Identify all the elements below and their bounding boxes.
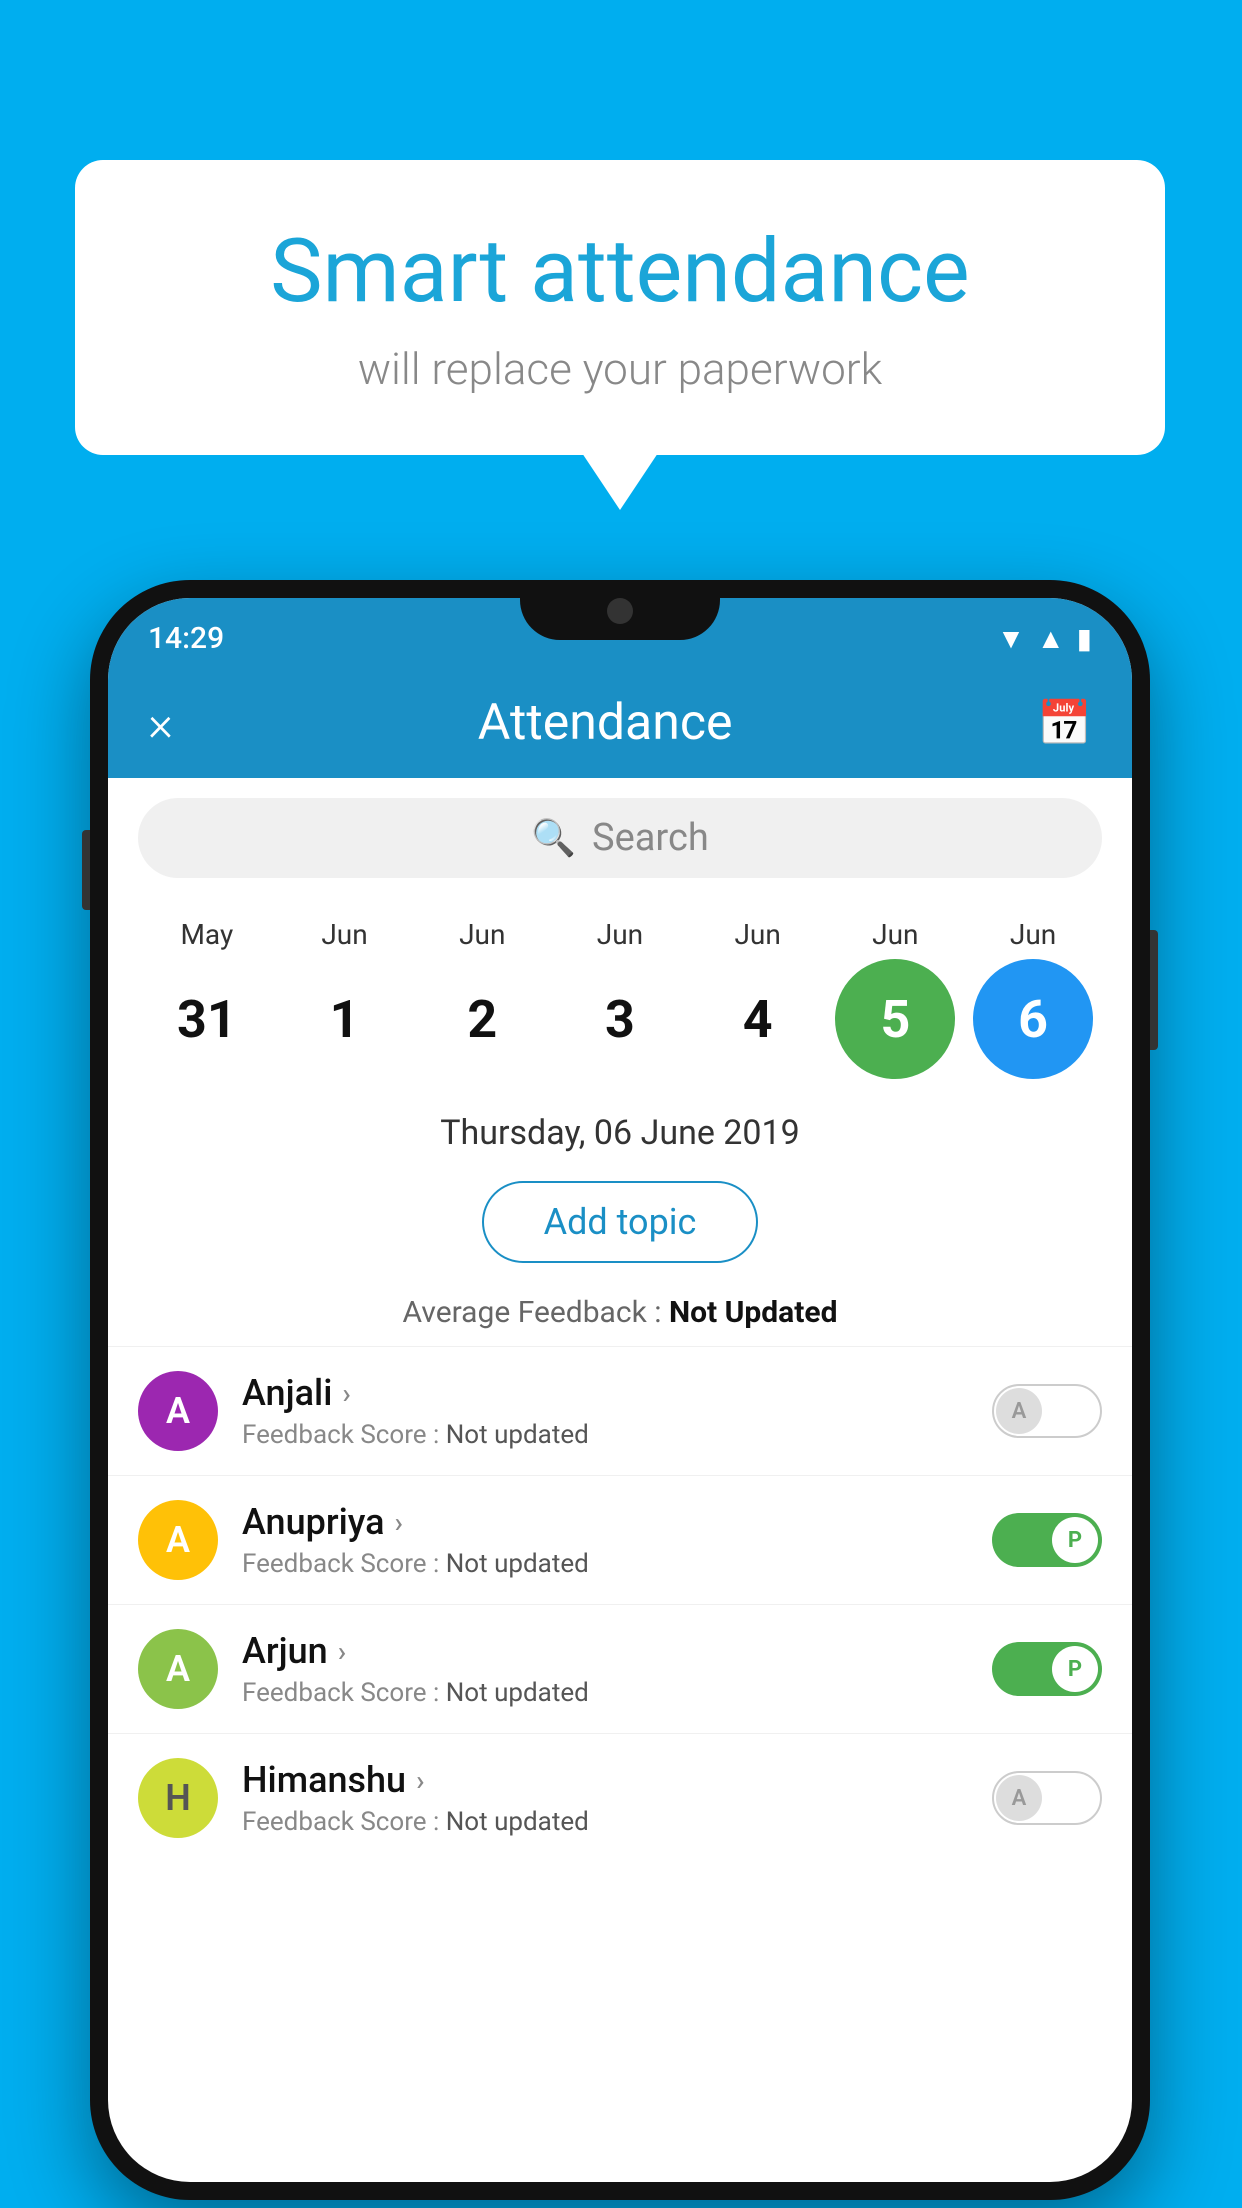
date-3[interactable]: 3 [560, 959, 680, 1079]
date-31[interactable]: 31 [147, 959, 267, 1079]
date-2[interactable]: 2 [422, 959, 542, 1079]
calendar-row: May Jun Jun Jun Jun Jun Jun 31 1 2 3 4 5… [108, 898, 1132, 1089]
phone-power-button [1150, 930, 1158, 1050]
toggle-arjun[interactable]: P [992, 1642, 1102, 1696]
month-jun-2: Jun [422, 918, 542, 951]
student-info-anjali: Anjali › Feedback Score : Not updated [242, 1372, 992, 1450]
student-item-himanshu[interactable]: H Himanshu › Feedback Score : Not update… [108, 1733, 1132, 1862]
bubble-subtitle: will replace your paperwork [155, 343, 1085, 395]
search-bar[interactable]: 🔍 Search [138, 798, 1102, 878]
student-name-himanshu: Himanshu › [242, 1759, 992, 1801]
month-labels: May Jun Jun Jun Jun Jun Jun [138, 918, 1102, 951]
toggle-anupriya[interactable]: P [992, 1513, 1102, 1567]
add-topic-button[interactable]: Add topic [482, 1181, 759, 1263]
toggle-knob-himanshu: A [996, 1775, 1042, 1821]
student-item-anjali[interactable]: A Anjali › Feedback Score : Not updated … [108, 1346, 1132, 1475]
toggle-anjali[interactable]: A [992, 1384, 1102, 1438]
search-icon: 🔍 [531, 817, 576, 859]
search-placeholder: Search [592, 816, 709, 860]
add-topic-container: Add topic [108, 1165, 1132, 1279]
toggle-knob-arjun: P [1052, 1646, 1098, 1692]
student-info-himanshu: Himanshu › Feedback Score : Not updated [242, 1759, 992, 1837]
phone-volume-button [82, 830, 90, 910]
student-feedback-himanshu: Feedback Score : Not updated [242, 1807, 992, 1837]
phone-screen: 14:29 ▼ ▲ ▮ × Attendance 📅 🔍 Search May … [108, 598, 1132, 2182]
battery-icon: ▮ [1077, 622, 1092, 655]
avatar-anupriya: A [138, 1500, 218, 1580]
avatar-anjali: A [138, 1371, 218, 1451]
month-jun-3: Jun [560, 918, 680, 951]
phone-notch [520, 580, 720, 640]
month-jun-5: Jun [835, 918, 955, 951]
toggle-on-anupriya[interactable]: P [992, 1513, 1102, 1567]
student-info-anupriya: Anupriya › Feedback Score : Not updated [242, 1501, 992, 1579]
date-6-today[interactable]: 6 [973, 959, 1093, 1079]
search-container: 🔍 Search [108, 778, 1132, 898]
speech-bubble: Smart attendance will replace your paper… [75, 160, 1165, 455]
date-4[interactable]: 4 [698, 959, 818, 1079]
calendar-icon[interactable]: 📅 [1037, 697, 1092, 749]
chevron-icon: › [416, 1764, 424, 1797]
date-1[interactable]: 1 [285, 959, 405, 1079]
student-item-anupriya[interactable]: A Anupriya › Feedback Score : Not update… [108, 1475, 1132, 1604]
toggle-knob-anjali: A [996, 1388, 1042, 1434]
student-feedback-anjali: Feedback Score : Not updated [242, 1420, 992, 1450]
toggle-off-anjali[interactable]: A [992, 1384, 1102, 1438]
header-title: Attendance [478, 694, 733, 752]
month-jun-4: Jun [698, 918, 818, 951]
toggle-himanshu[interactable]: A [992, 1771, 1102, 1825]
student-feedback-arjun: Feedback Score : Not updated [242, 1678, 992, 1708]
month-may: May [147, 918, 267, 951]
student-info-arjun: Arjun › Feedback Score : Not updated [242, 1630, 992, 1708]
student-name-arjun: Arjun › [242, 1630, 992, 1672]
status-time: 14:29 [148, 621, 224, 656]
student-name-anjali: Anjali › [242, 1372, 992, 1414]
selected-date-display: Thursday, 06 June 2019 [108, 1089, 1132, 1165]
avatar-himanshu: H [138, 1758, 218, 1838]
wifi-icon: ▼ [997, 622, 1025, 655]
status-icons: ▼ ▲ ▮ [997, 622, 1092, 655]
month-jun-1: Jun [285, 918, 405, 951]
average-feedback: Average Feedback : Not Updated [108, 1279, 1132, 1346]
phone-frame: 14:29 ▼ ▲ ▮ × Attendance 📅 🔍 Search May … [90, 580, 1150, 2200]
student-name-anupriya: Anupriya › [242, 1501, 992, 1543]
app-header: × Attendance 📅 [108, 668, 1132, 778]
toggle-off-himanshu[interactable]: A [992, 1771, 1102, 1825]
avatar-arjun: A [138, 1629, 218, 1709]
student-feedback-anupriya: Feedback Score : Not updated [242, 1549, 992, 1579]
speech-bubble-container: Smart attendance will replace your paper… [75, 160, 1165, 455]
date-labels: 31 1 2 3 4 5 6 [138, 959, 1102, 1079]
close-button[interactable]: × [148, 695, 173, 752]
student-list: A Anjali › Feedback Score : Not updated … [108, 1346, 1132, 1862]
toggle-on-arjun[interactable]: P [992, 1642, 1102, 1696]
bubble-title: Smart attendance [155, 220, 1085, 323]
student-item-arjun[interactable]: A Arjun › Feedback Score : Not updated P [108, 1604, 1132, 1733]
chevron-icon: › [338, 1635, 346, 1668]
phone-camera [607, 598, 633, 624]
chevron-icon: › [342, 1377, 350, 1410]
chevron-icon: › [395, 1506, 403, 1539]
avg-feedback-label: Average Feedback : [403, 1295, 669, 1330]
date-5-selected[interactable]: 5 [835, 959, 955, 1079]
toggle-knob-anupriya: P [1052, 1517, 1098, 1563]
month-jun-6: Jun [973, 918, 1093, 951]
signal-icon: ▲ [1037, 622, 1065, 655]
selected-date-text: Thursday, 06 June 2019 [440, 1113, 800, 1153]
avg-feedback-value: Not Updated [669, 1295, 838, 1330]
